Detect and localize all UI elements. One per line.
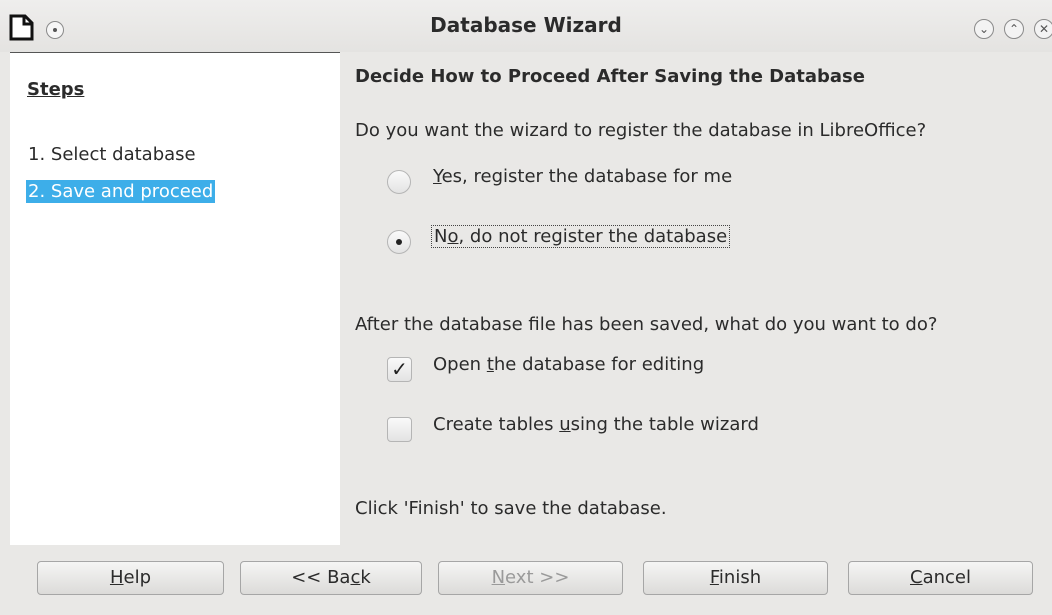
radio-register-no-label[interactable]: No, do not register the database	[431, 225, 731, 248]
after-save-question: After the database file has been saved, …	[355, 314, 938, 335]
step-select-database[interactable]: 1. Select database	[26, 143, 198, 166]
checkbox-open-database-label[interactable]: Open the database for editing	[433, 354, 704, 375]
cancel-button[interactable]: Cancel	[848, 561, 1033, 595]
finish-button[interactable]: Finish	[643, 561, 828, 595]
radio-register-yes[interactable]	[387, 170, 411, 194]
page-title: Decide How to Proceed After Saving the D…	[355, 66, 865, 87]
next-button[interactable]: Next >>	[438, 561, 623, 595]
title-bar: Database Wizard ⌄ ⌃ ✕	[0, 0, 1052, 52]
radio-register-yes-label[interactable]: Yes, register the database for me	[433, 166, 732, 187]
back-button[interactable]: << Back	[240, 561, 422, 595]
help-button[interactable]: Help	[37, 561, 224, 595]
window-title: Database Wizard	[430, 13, 622, 37]
checkbox-create-tables[interactable]	[387, 417, 412, 442]
finish-note: Click 'Finish' to save the database.	[355, 498, 667, 519]
steps-panel: Steps 1. Select database 2. Save and pro…	[10, 52, 340, 545]
step-save-and-proceed[interactable]: 2. Save and proceed	[26, 180, 216, 203]
close-icon[interactable]: ✕	[1034, 19, 1052, 39]
checkbox-open-database[interactable]: ✓	[387, 357, 412, 382]
radio-register-no[interactable]	[387, 230, 411, 254]
checkbox-create-tables-label[interactable]: Create tables using the table wizard	[433, 414, 759, 435]
maximize-icon[interactable]: ⌃	[1004, 19, 1024, 39]
minimize-icon[interactable]: ⌄	[974, 19, 994, 39]
register-question: Do you want the wizard to register the d…	[355, 120, 927, 141]
steps-heading: Steps	[27, 79, 85, 100]
checkmark-icon: ✓	[391, 357, 408, 381]
